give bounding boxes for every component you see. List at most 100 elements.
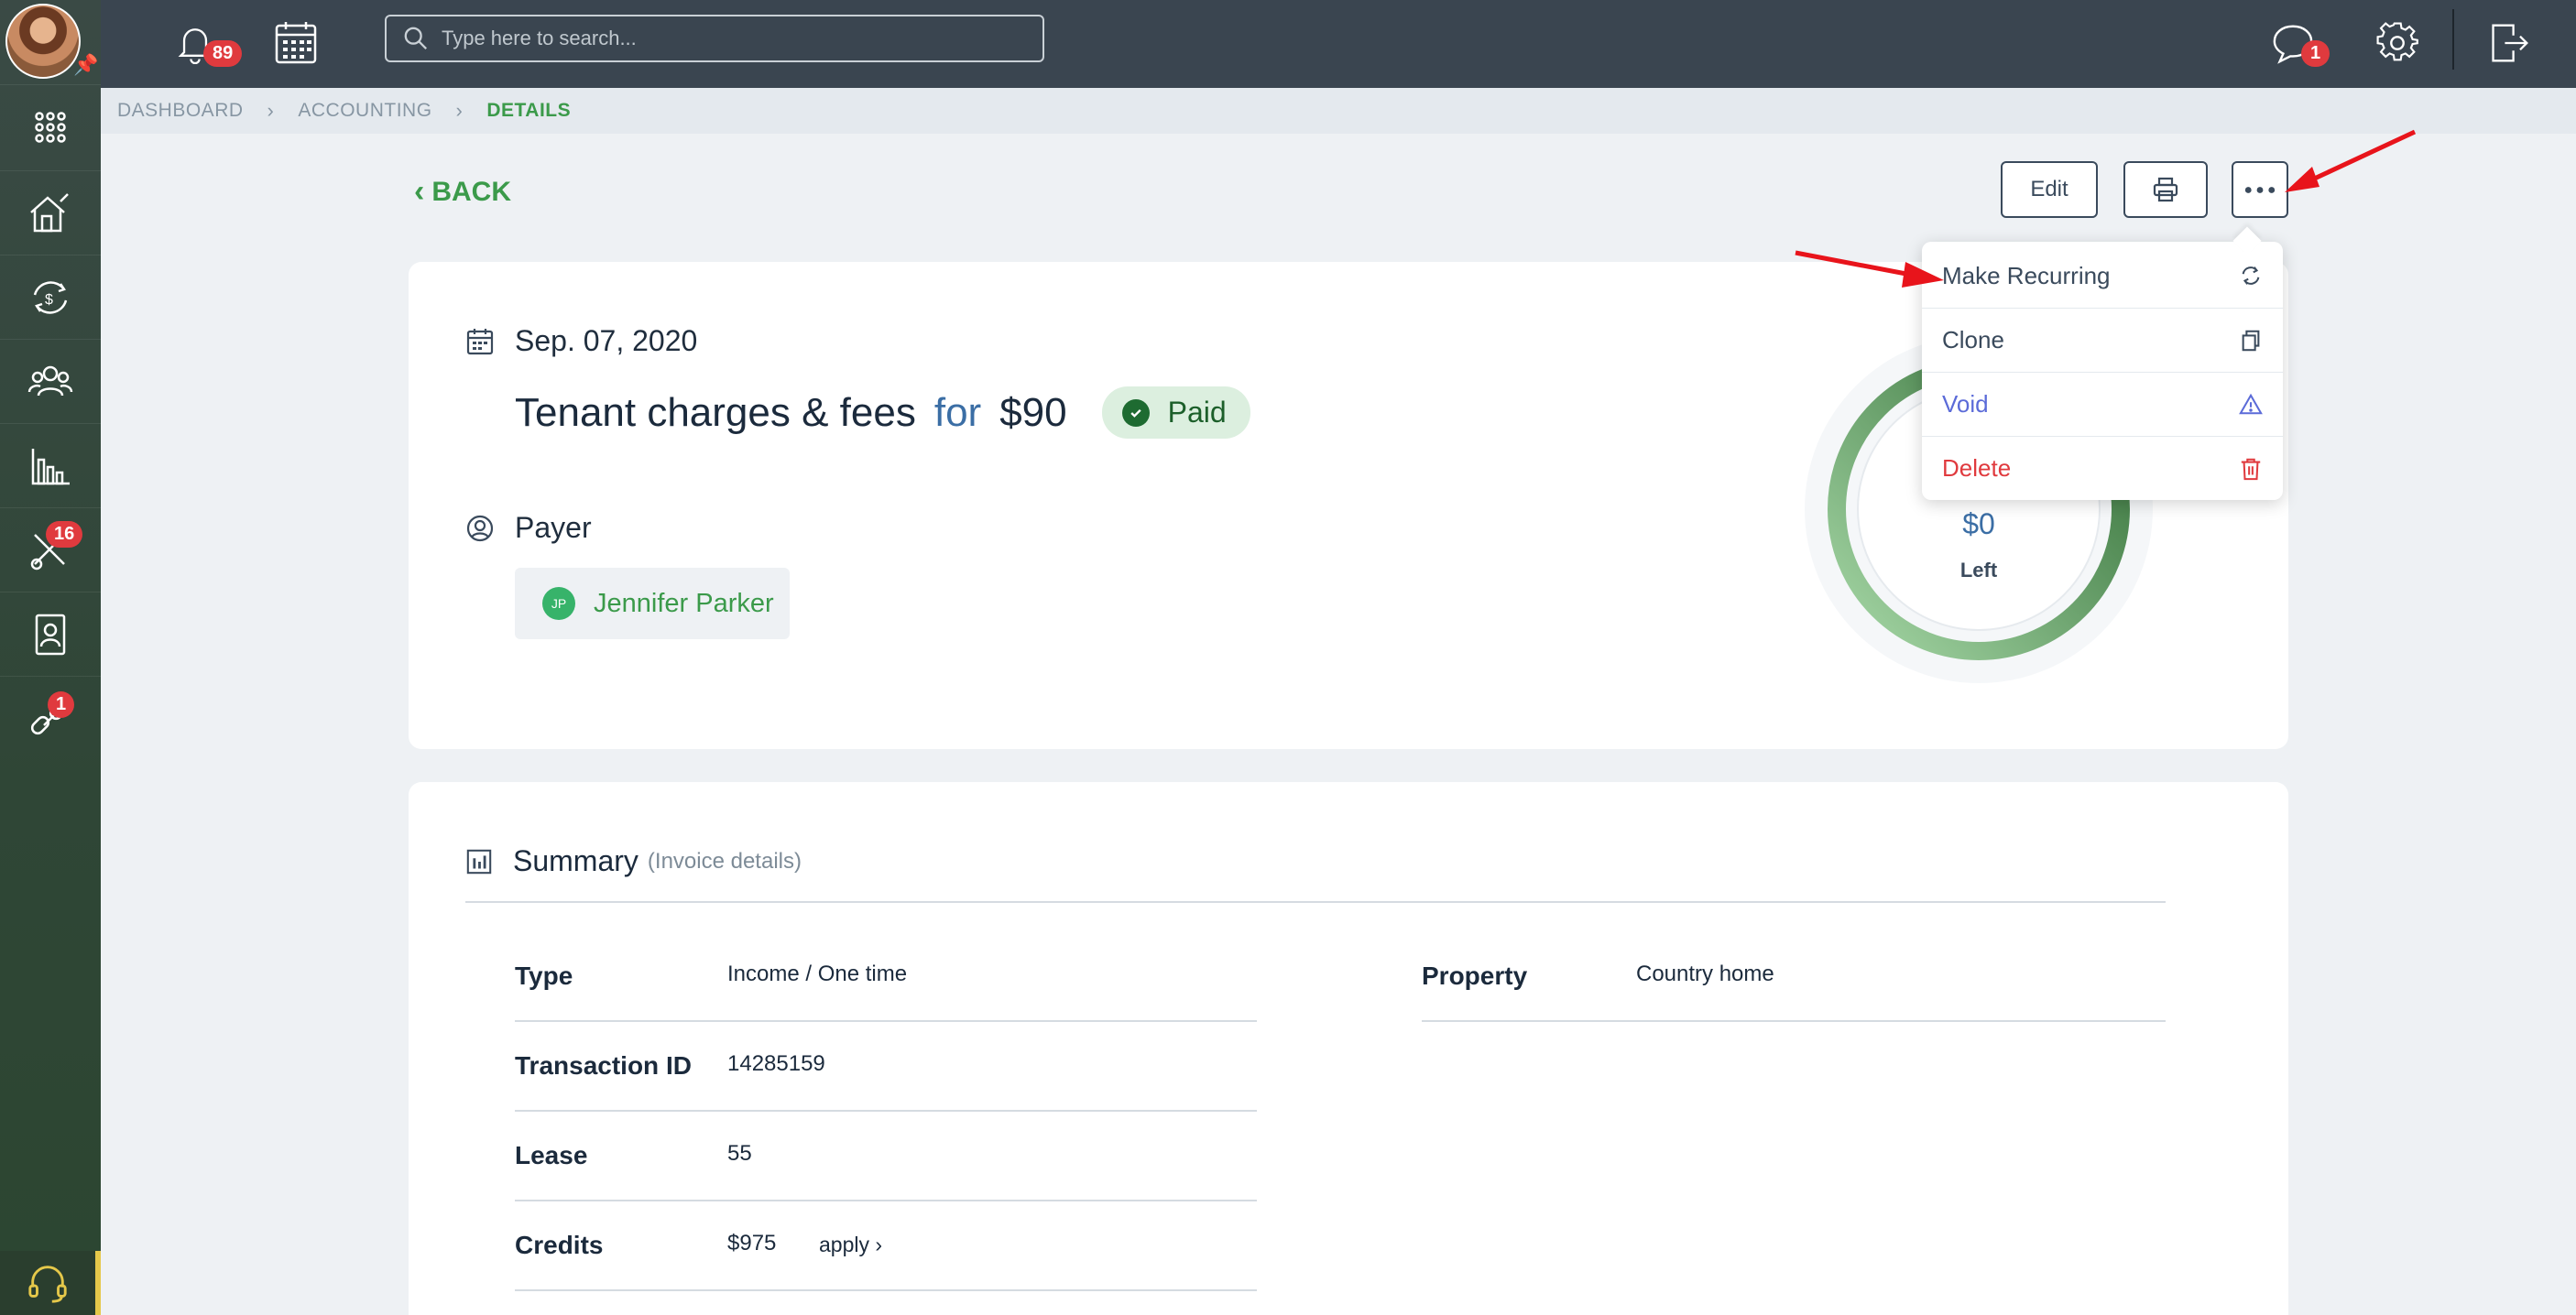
- menu-item-make-recurring[interactable]: Make Recurring: [1922, 244, 2283, 308]
- payer-avatar: JP: [542, 587, 575, 620]
- pin-icon[interactable]: 📌: [73, 53, 98, 77]
- summary-subtitle: (Invoice details): [647, 848, 802, 874]
- property-link[interactable]: Country home: [1636, 962, 1774, 987]
- breadcrumb-details: DETAILS: [486, 100, 572, 121]
- balance-left-label: Left: [1959, 559, 1998, 581]
- user-circle-icon: [466, 515, 494, 541]
- breadcrumb-dashboard[interactable]: DASHBOARD: [117, 100, 244, 122]
- sidebar-item-properties[interactable]: [0, 170, 101, 255]
- chevron-left-icon: ‹: [414, 174, 425, 209]
- refresh-icon: [2242, 266, 2260, 285]
- back-button[interactable]: ‹ BACK: [414, 174, 511, 210]
- notifications-button[interactable]: 89: [165, 13, 243, 73]
- field-value: Income / One time: [727, 962, 908, 986]
- field-value: $975: [727, 1231, 777, 1255]
- notifications-badge: 89: [203, 40, 243, 67]
- copy-icon: [2242, 330, 2260, 351]
- print-button[interactable]: [2123, 161, 2208, 218]
- sidebar-item-maintenance[interactable]: 16: [0, 507, 101, 592]
- search-input[interactable]: [442, 27, 1028, 50]
- messages-badge: 1: [2301, 40, 2330, 67]
- menu-item-delete[interactable]: Delete: [1922, 436, 2283, 500]
- calendar-icon: [275, 22, 317, 64]
- field-value: 14285159: [727, 1051, 825, 1076]
- date-row: Sep. 07, 2020: [465, 324, 697, 358]
- back-label: BACK: [431, 176, 511, 207]
- sidebar-item-reports[interactable]: [0, 423, 101, 507]
- payer-row: Payer: [465, 511, 592, 545]
- bar-chart-icon: [31, 448, 70, 484]
- invoice-title: Tenant charges & fees: [515, 389, 916, 435]
- money-cycle-icon: $: [33, 280, 68, 314]
- topbar-divider: [2452, 9, 2454, 70]
- field-credits: Credits $975 apply ›: [515, 1201, 1257, 1291]
- calendar-button[interactable]: [266, 13, 326, 73]
- payer-chip[interactable]: JP Jennifer Parker: [515, 568, 790, 639]
- field-lease: Lease 55: [515, 1112, 1257, 1201]
- edit-button[interactable]: Edit: [2001, 161, 2098, 218]
- field-label: Transaction ID: [515, 1051, 692, 1080]
- warning-icon: [2239, 393, 2263, 414]
- breadcrumb-accounting[interactable]: ACCOUNTING: [298, 100, 431, 122]
- field-label: Credits: [515, 1231, 604, 1259]
- invoice-date: Sep. 07, 2020: [515, 324, 698, 357]
- field-label: Property: [1422, 962, 1528, 990]
- summary-title: Summary: [513, 844, 639, 877]
- sidebar: 📌 $ 16 1: [0, 0, 101, 1315]
- chevron-right-icon: ›: [267, 99, 275, 122]
- printer-icon: [2153, 177, 2178, 202]
- settings-button[interactable]: [2367, 13, 2428, 73]
- menu-item-label: Clone: [1942, 326, 2004, 353]
- more-dots-icon: [2244, 186, 2276, 193]
- balance-left-value: $0: [1962, 507, 1995, 540]
- invoice-title-row: Tenant charges & fees for $90 Paid: [515, 386, 1250, 439]
- maintenance-badge: 16: [46, 521, 83, 548]
- field-label: Type: [515, 962, 573, 990]
- field-property: Property Country home: [1422, 932, 2166, 1022]
- people-icon: [27, 365, 73, 396]
- sidebar-item-people[interactable]: [0, 339, 101, 423]
- search-icon: [404, 27, 428, 50]
- logout-icon: [2492, 24, 2528, 62]
- sidebar-item-links[interactable]: 1: [0, 676, 101, 760]
- payer-heading: Payer: [515, 511, 592, 544]
- gear-icon: [2376, 22, 2418, 61]
- links-badge: 1: [48, 691, 75, 718]
- svg-text:$: $: [45, 292, 53, 308]
- edit-label: Edit: [2030, 177, 2068, 201]
- field-value: 55: [727, 1141, 752, 1166]
- apply-credits-link[interactable]: apply ›: [819, 1233, 882, 1257]
- headset-icon: [28, 1266, 67, 1303]
- messages-button[interactable]: 1: [2263, 13, 2330, 73]
- report-icon: [466, 849, 492, 874]
- logout-button[interactable]: [2479, 13, 2539, 73]
- field-transaction-id: Transaction ID 14285159: [515, 1022, 1257, 1112]
- sidebar-item-documents[interactable]: [0, 592, 101, 676]
- more-options-button[interactable]: [2232, 161, 2288, 218]
- status-label: Paid: [1167, 396, 1227, 429]
- payer-name: Jennifer Parker: [594, 588, 774, 618]
- trash-icon: [2241, 458, 2261, 480]
- topbar: 89 1: [101, 0, 2576, 88]
- calendar-icon: [466, 328, 494, 354]
- summary-header: Summary (Invoice details): [465, 844, 802, 878]
- summary-divider: [465, 901, 2166, 903]
- for-word: for: [933, 389, 982, 435]
- status-badge: Paid: [1101, 386, 1250, 439]
- menu-item-label: Make Recurring: [1942, 261, 2111, 289]
- avatar[interactable]: [5, 4, 81, 79]
- field-type: Type Income / One time: [515, 932, 1257, 1022]
- search-box[interactable]: [385, 15, 1044, 62]
- check-circle-icon: [1121, 398, 1150, 427]
- menu-item-void[interactable]: Void: [1922, 372, 2283, 436]
- house-icon: [30, 192, 69, 232]
- sidebar-item-accounting[interactable]: $: [0, 255, 101, 339]
- invoice-amount: $90: [999, 389, 1067, 435]
- contact-card-icon: [35, 614, 66, 655]
- sidebar-item-apps[interactable]: [0, 84, 101, 168]
- field-label: Lease: [515, 1141, 588, 1169]
- menu-item-label: Delete: [1942, 454, 2012, 482]
- help-button[interactable]: [0, 1251, 101, 1315]
- summary-card: Summary (Invoice details) Type Income / …: [409, 782, 2288, 1315]
- menu-item-clone[interactable]: Clone: [1922, 308, 2283, 372]
